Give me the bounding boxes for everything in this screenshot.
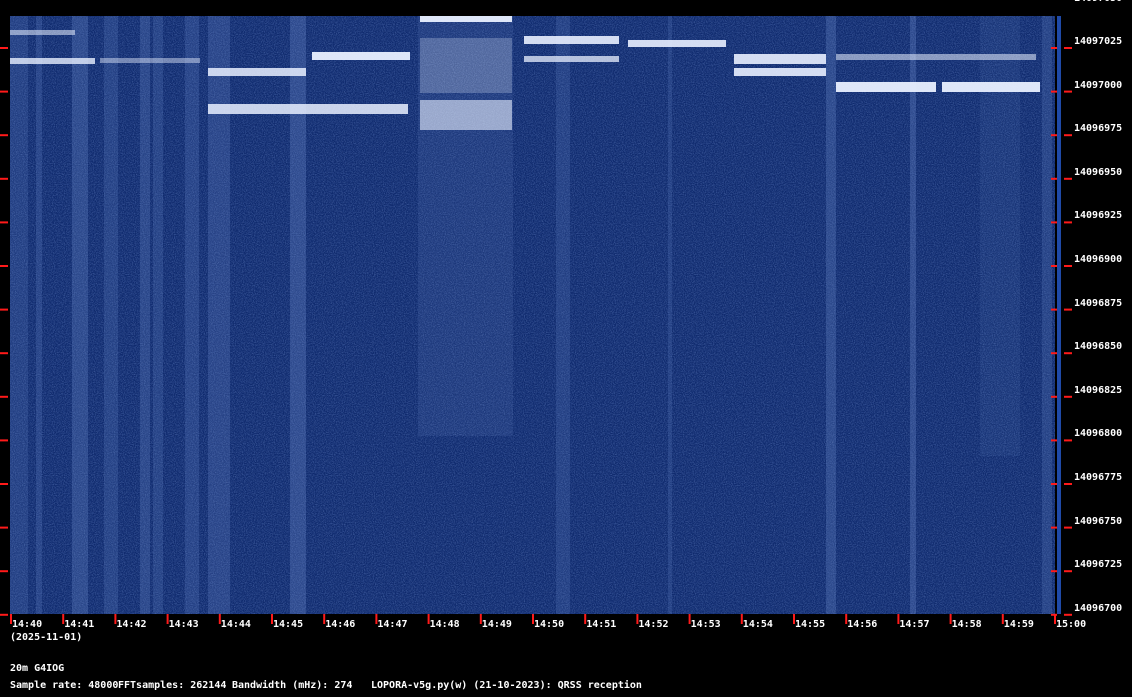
waterfall-grain [10, 16, 1055, 614]
time-tick-label: 14:42 [116, 619, 147, 630]
time-tick-label: 14:56 [847, 619, 878, 630]
freq-tick-label: 14096950 [1074, 166, 1123, 178]
freq-tick-label: 14096875 [1074, 297, 1123, 309]
freq-tick-label: 14096900 [1074, 254, 1123, 265]
time-tick-label: 14:59 [1003, 619, 1034, 630]
freq-tick-label: 14097025 [1074, 36, 1123, 47]
freq-tick-label: 14096850 [1074, 341, 1123, 353]
time-tick-label: 14:47 [377, 619, 408, 630]
time-tick-label: 14:40 [12, 619, 43, 630]
top-freq-label-partial: 14097050 [1074, 0, 1122, 5]
time-tick-label: 14:43 [168, 619, 199, 630]
time-tick-label: 14:48 [429, 619, 460, 630]
station-label: 20m G4IOG [10, 663, 65, 674]
software-label: LOPORA-v5g.py(w) (21-10-2023): QRSS rece… [371, 680, 642, 691]
time-tick-label: 14:53 [690, 619, 721, 630]
spectrogram-waterfall [0, 16, 1072, 624]
time-tick-label: 14:41 [64, 619, 95, 630]
freq-tick-label: 14096975 [1074, 123, 1123, 135]
freq-tick-label: 14096800 [1074, 428, 1123, 440]
freq-tick-label: 14097000 [1074, 79, 1123, 91]
freq-tick-label: 14096750 [1074, 515, 1123, 527]
bandwidth-label: Bandwidth (mHz): 274 [232, 680, 353, 691]
time-tick-label: 14:45 [273, 619, 304, 630]
time-tick-label: 14:44 [220, 619, 251, 630]
freq-tick-label: 14096825 [1074, 384, 1123, 396]
time-tick-label: 14:52 [638, 619, 669, 630]
time-tick-label: 14:51 [586, 619, 617, 630]
time-tick-label: 14:50 [534, 619, 565, 630]
freq-tick-label: 14096700 [1074, 602, 1123, 614]
time-tick-label: 14:54 [742, 619, 773, 630]
freq-tick-label: 14096925 [1074, 210, 1123, 222]
freq-tick-label: 14096775 [1074, 472, 1123, 483]
time-tick-label: 14:49 [481, 619, 512, 630]
date-label: (2025-11-01) [10, 632, 83, 643]
time-tick-label: 14:58 [951, 619, 982, 630]
time-tick-label: 14:46 [325, 619, 356, 630]
time-tick-label: 14:55 [795, 619, 826, 630]
time-tick-label: 15:00 [1056, 619, 1087, 630]
fft-samples-label: FFTsamples: 262144 [118, 680, 227, 691]
sample-rate-label: Sample rate: 48000 [10, 680, 119, 691]
scale-strip [1057, 16, 1061, 614]
time-tick-label: 14:57 [899, 619, 930, 630]
freq-tick-label: 14096725 [1074, 559, 1123, 571]
